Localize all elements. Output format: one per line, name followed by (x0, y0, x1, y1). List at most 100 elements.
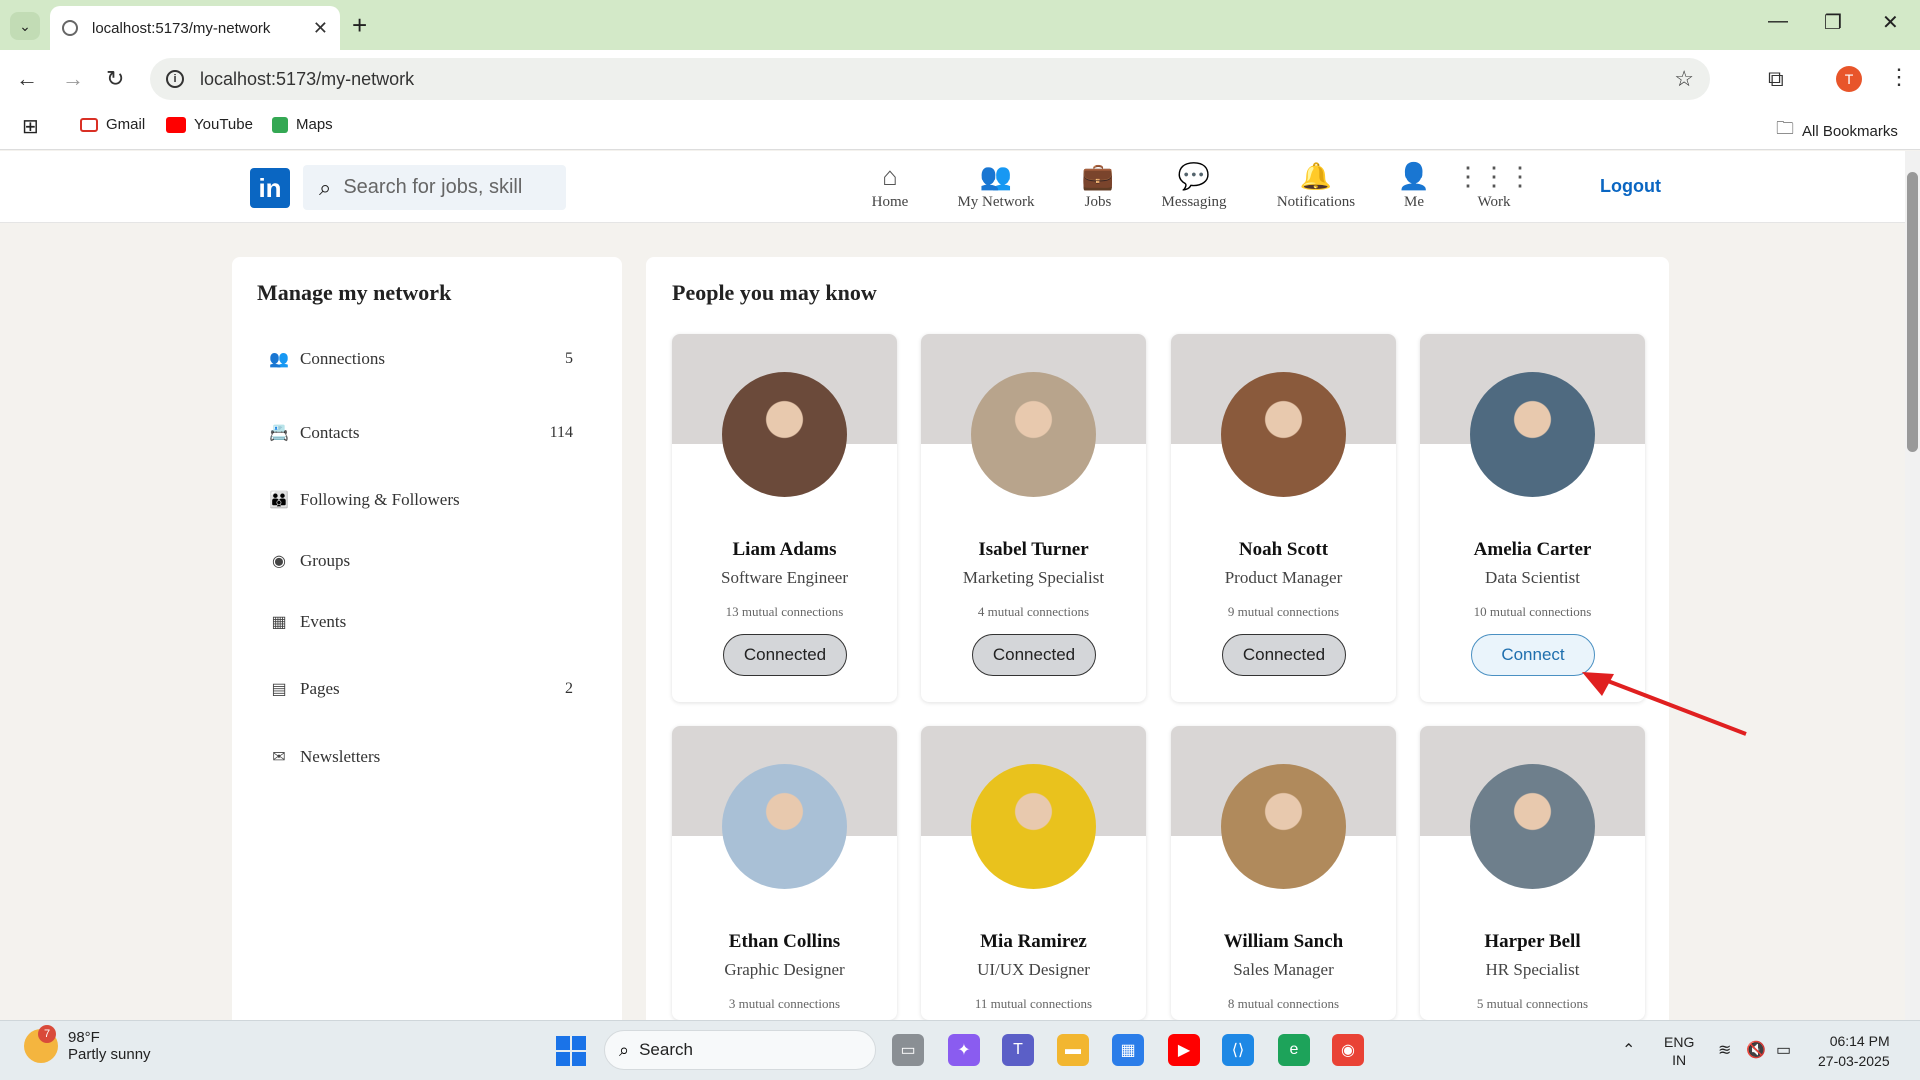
clock-date: 27-03-2025 (1818, 1053, 1890, 1069)
nav-my-network[interactable]: 👥 My Network (950, 160, 1042, 211)
person-name[interactable]: Isabel Turner (921, 539, 1146, 561)
page-scrollbar-thumb[interactable] (1907, 172, 1918, 452)
close-window-button[interactable]: ✕ (1882, 10, 1899, 35)
mutual-connections: 4 mutual connections (977, 604, 1090, 619)
extensions-icon[interactable]: ⧉ (1768, 66, 1784, 92)
vscode-icon[interactable]: ⟨⟩ (1222, 1034, 1254, 1066)
clock-time: 06:14 PM (1829, 1033, 1890, 1049)
avatar[interactable] (971, 764, 1096, 889)
apps-grid-icon[interactable]: ⊞ (22, 114, 39, 139)
avatar[interactable] (971, 372, 1096, 497)
youtube-app-icon[interactable]: ▶ (1168, 1034, 1200, 1066)
chrome-icon[interactable]: ◉ (1332, 1034, 1364, 1066)
person-name[interactable]: Liam Adams (672, 539, 897, 561)
taskbar-search[interactable]: ⌕ Search (604, 1030, 876, 1070)
briefcase-icon: 💼 (1081, 161, 1115, 191)
sidebar-item-following[interactable]: 👪 Following & Followers (268, 490, 573, 510)
start-button[interactable] (556, 1036, 586, 1066)
back-button[interactable]: ← (16, 66, 38, 92)
grid-icon: ⋮⋮⋮ (1455, 161, 1533, 191)
new-tab-button[interactable]: + (352, 10, 367, 41)
mutual-connections: 11 mutual connections (974, 996, 1093, 1011)
bookmark-label: Maps (296, 116, 333, 133)
avatar[interactable] (722, 764, 847, 889)
site-info-icon[interactable]: i (166, 70, 184, 88)
browser-menu-icon[interactable]: ⋮ (1888, 64, 1910, 90)
nav-work[interactable]: ⋮⋮⋮ Work (1455, 160, 1533, 211)
sidebar-item-contacts[interactable]: 📇 Contacts 114 (268, 423, 573, 443)
wifi-icon[interactable]: ≋ (1718, 1040, 1731, 1060)
sidebar-item-count: 114 (549, 424, 573, 441)
close-tab-icon[interactable]: ✕ (313, 18, 328, 39)
linkedin-logo[interactable]: in (250, 168, 290, 208)
person-name[interactable]: Amelia Carter (1420, 539, 1645, 561)
all-bookmarks[interactable]: 🗀 All Bookmarks (1776, 116, 1898, 146)
connected-button[interactable]: Connected (972, 634, 1096, 676)
avatar[interactable] (1221, 372, 1346, 497)
profile-avatar[interactable]: T (1836, 66, 1862, 92)
tray-overflow-icon[interactable]: ⌃ (1622, 1040, 1635, 1060)
avatar[interactable] (1221, 764, 1346, 889)
mutual-connections: 5 mutual connections (1476, 996, 1589, 1011)
bookmark-label: Gmail (106, 116, 146, 133)
windows-logo-pane (572, 1036, 586, 1050)
forward-button[interactable]: → (62, 66, 84, 92)
sidebar-item-count: 2 (565, 680, 573, 697)
nav-label: Work (1477, 194, 1511, 210)
connected-button[interactable]: Connected (1222, 634, 1346, 676)
sidebar-item-label: Connections (300, 349, 385, 368)
bookmark-maps[interactable]: Maps (272, 116, 333, 133)
copilot-icon[interactable]: ✦ (948, 1034, 980, 1066)
page-icon: ▤ (271, 681, 287, 698)
sidebar-item-newsletters[interactable]: ✉ Newsletters (268, 747, 573, 767)
teams-icon[interactable]: T (1002, 1034, 1034, 1066)
youtube-icon (166, 116, 186, 133)
url-text: localhost:5173/my-network (200, 68, 415, 89)
nav-me[interactable]: 👤 Me (1398, 160, 1430, 211)
avatar[interactable] (1470, 372, 1595, 497)
connect-button[interactable]: Connect (1471, 634, 1595, 676)
bookmark-youtube[interactable]: YouTube (166, 116, 253, 133)
nav-notifications[interactable]: 🔔 Notifications (1272, 160, 1360, 211)
volume-muted-icon[interactable]: 🔇 (1746, 1040, 1766, 1060)
battery-icon[interactable]: ▭ (1776, 1040, 1791, 1060)
person-name[interactable]: Ethan Collins (672, 931, 897, 953)
home-icon: ⌂ (882, 161, 898, 191)
nav-label: Home (871, 194, 909, 210)
bookmark-star-icon[interactable]: ☆ (1674, 66, 1694, 92)
person-name[interactable]: Mia Ramirez (921, 931, 1146, 953)
sidebar-item-connections[interactable]: 👥 Connections 5 (268, 349, 573, 369)
logout-button[interactable]: Logout (1600, 176, 1661, 197)
browser-tab[interactable]: localhost:5173/my-network ✕ (50, 6, 340, 50)
person-name[interactable]: Noah Scott (1171, 539, 1396, 561)
sidebar-item-events[interactable]: ▦ Events (268, 612, 573, 632)
nav-messaging[interactable]: 💬 Messaging (1158, 160, 1230, 211)
minimize-button[interactable]: — (1768, 10, 1788, 33)
reload-button[interactable]: ↻ (106, 66, 124, 92)
language-indicator[interactable]: ENG IN (1664, 1033, 1694, 1069)
sidebar-item-pages[interactable]: ▤ Pages 2 (268, 679, 573, 699)
store-icon[interactable]: ▦ (1112, 1034, 1144, 1066)
avatar[interactable] (722, 372, 847, 497)
person-name[interactable]: William Sanch (1171, 931, 1396, 953)
person-name[interactable]: Harper Bell (1420, 931, 1645, 953)
person-card: Liam Adams Software Engineer 13 mutual c… (672, 334, 897, 702)
edge-icon[interactable]: e (1278, 1034, 1310, 1066)
url-field[interactable]: i localhost:5173/my-network ☆ (150, 58, 1710, 100)
task-view-icon[interactable]: ▭ (892, 1034, 924, 1066)
nav-home[interactable]: ⌂ Home (870, 160, 910, 211)
weather-widget[interactable]: 7 98°F Partly sunny (24, 1025, 151, 1063)
clock[interactable]: 06:14 PM 27-03-2025 (1818, 1031, 1890, 1071)
bookmark-gmail[interactable]: Gmail (80, 116, 145, 133)
sidebar-item-groups[interactable]: ◉ Groups (268, 551, 573, 571)
avatar[interactable] (1470, 764, 1595, 889)
restore-button[interactable]: ❐ (1824, 10, 1842, 35)
file-explorer-icon[interactable]: ▬ (1057, 1034, 1089, 1066)
nav-jobs[interactable]: 💼 Jobs (1080, 160, 1116, 211)
bell-icon: 🔔 (1299, 161, 1333, 191)
search-input[interactable]: ⌕ Search for jobs, skill (303, 165, 566, 210)
tab-search-button[interactable]: ⌄ (10, 12, 40, 40)
person-role: Software Engineer (721, 568, 848, 587)
connected-button[interactable]: Connected (723, 634, 847, 676)
person-role: Marketing Specialist (962, 568, 1105, 587)
